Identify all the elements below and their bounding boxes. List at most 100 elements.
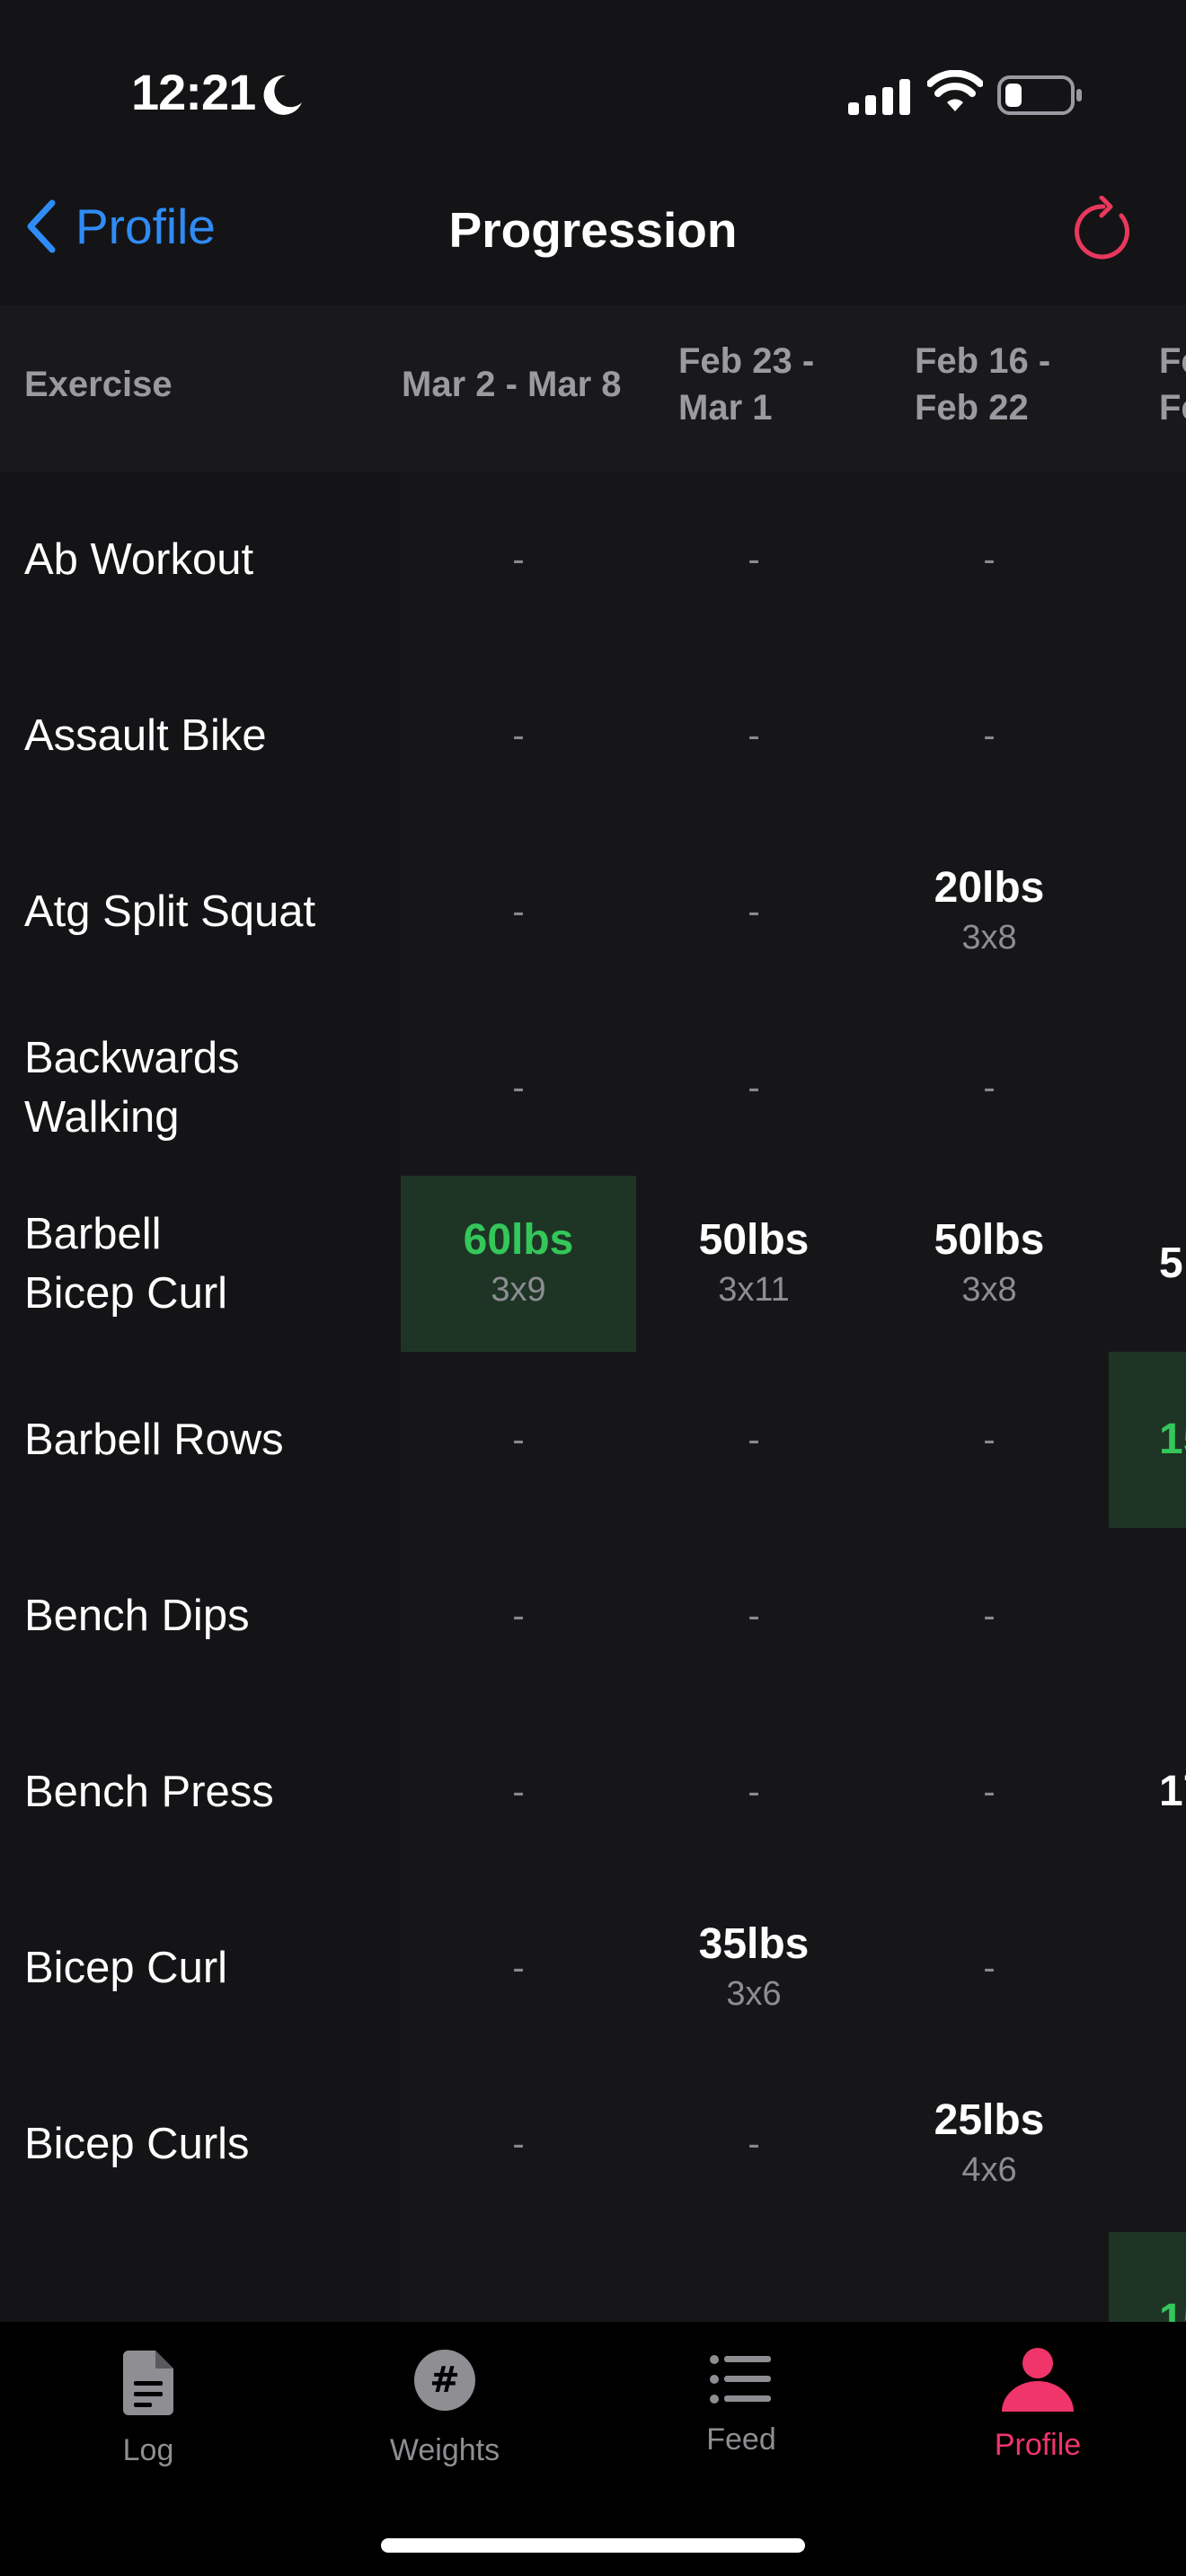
week-cell: - (872, 1000, 1107, 1176)
empty-dash: - (748, 1771, 760, 1812)
exercise-name: Bench Dips (24, 1592, 250, 1640)
empty-dash: - (512, 2123, 525, 2164)
exercise-name: Cable Rows (24, 2232, 393, 2322)
exercise-name: Ab Workout (24, 535, 254, 584)
week-cell: - (401, 1704, 636, 1880)
empty-dash: - (512, 1067, 525, 1107)
sets-reps: 3x9 (491, 1271, 546, 1309)
weight-value: 15 (1159, 2296, 1186, 2322)
tab-feed[interactable]: Feed (593, 2322, 890, 2501)
empty-dash: - (512, 539, 525, 579)
week-cell: - (872, 1528, 1107, 1704)
week-cell: - (401, 1352, 636, 1528)
exercise-name: Bench Press (24, 1768, 274, 1816)
week-cell: - (636, 1352, 872, 1528)
week-cell: - (401, 472, 636, 648)
empty-dash: - (748, 891, 760, 931)
table-row[interactable]: Ab Workout - - - (0, 472, 1186, 648)
table-row[interactable]: Cable Rows 15 (0, 2232, 1186, 2322)
week-cell: - (401, 1880, 636, 2056)
sets-reps: 3x8 (961, 1271, 1017, 1309)
weight-value: 50lbs (698, 1216, 810, 1264)
table-row[interactable]: Barbell Bicep Curl 60lbs 3x9 50lbs 3x11 50lbs… (0, 1176, 1186, 1352)
tab-label: Weights (389, 2433, 500, 2467)
week-cell: 17 (1109, 1704, 1186, 1880)
exercise-name: Barbell Rows (24, 1416, 284, 1464)
week-cell (1109, 824, 1186, 1000)
exercise-name: Assault Bike (24, 711, 267, 760)
person-icon (1002, 2348, 1074, 2412)
weight-value: 60lbs (463, 1216, 574, 1264)
empty-dash: - (512, 891, 525, 931)
status-time: 12:21 (131, 64, 256, 120)
cellular-signal-icon (848, 79, 910, 115)
empty-dash: - (748, 1595, 760, 1636)
week-cell: - (636, 472, 872, 648)
week-column-header: Feb 16 - Feb 22 (915, 341, 1051, 428)
empty-dash: - (983, 1771, 996, 1812)
empty-dash: - (512, 715, 525, 755)
week-column-header: Mar 2 - Mar 8 (402, 365, 622, 404)
progression-table[interactable]: Ab Workout - - - Assault Bike - - - Atg Split Sq… (0, 472, 1186, 2322)
sets-reps: 3x6 (726, 1975, 782, 2013)
svg-text:#: # (429, 2360, 460, 2401)
week-cell: - (636, 1704, 872, 1880)
week-cell: - (636, 824, 872, 1000)
week-cell: - (872, 648, 1107, 824)
weight-value: 20lbs (934, 864, 1045, 912)
week-cell: 5 (1109, 1176, 1186, 1352)
week-cell: - (636, 2056, 872, 2232)
week-cell: - (401, 1000, 636, 1176)
empty-dash: - (748, 1419, 760, 1460)
sets-reps: 3x8 (961, 919, 1017, 957)
tab-log[interactable]: Log (0, 2322, 296, 2501)
week-cell: - (872, 1352, 1107, 1528)
tab-profile[interactable]: Profile (890, 2322, 1186, 2501)
page-title: Progression (448, 202, 738, 258)
table-row[interactable]: Bench Dips - - - (0, 1528, 1186, 1704)
table-row[interactable]: Bicep Curl - 35lbs 3x6 - (0, 1880, 1186, 2056)
weight-value: 50lbs (934, 1216, 1045, 1264)
pr-cell: 15 (1109, 2232, 1186, 2322)
refresh-icon[interactable] (1069, 196, 1137, 264)
week-cell (872, 2232, 1107, 2322)
week-cell: 50lbs 3x11 (636, 1176, 872, 1352)
week-cell: - (636, 648, 872, 824)
week-cell: - (636, 1528, 872, 1704)
weight-value: 25lbs (934, 2096, 1045, 2144)
table-row[interactable]: Bench Press - - - 17 (0, 1704, 1186, 1880)
week-cell (636, 2232, 872, 2322)
exercise-name: Bicep Curls (24, 2120, 250, 2168)
table-row[interactable]: Bicep Curls - - 25lbs 4x6 (0, 2056, 1186, 2232)
pr-cell: 60lbs 3x9 (401, 1176, 636, 1352)
week-cell (401, 2232, 636, 2322)
table-row[interactable]: Atg Split Squat - - 20lbs 3x8 (0, 824, 1186, 1000)
home-indicator (381, 2538, 805, 2553)
exercise-name: Bicep Curl (24, 1944, 228, 1992)
week-cell: 35lbs 3x6 (636, 1880, 872, 2056)
sets-reps: 3x11 (718, 1271, 790, 1309)
table-row[interactable]: Assault Bike - - - (0, 648, 1186, 824)
week-cell (1109, 648, 1186, 824)
empty-dash: - (512, 1771, 525, 1812)
empty-dash: - (748, 715, 760, 755)
wifi-icon (927, 70, 983, 111)
empty-dash: - (983, 539, 996, 579)
empty-dash: - (983, 1067, 996, 1107)
empty-dash: - (748, 2123, 760, 2164)
empty-dash: - (748, 1067, 760, 1107)
week-column-header: Fe Fe (1159, 341, 1186, 428)
empty-dash: - (748, 539, 760, 579)
tab-weights[interactable]: # Weights (296, 2322, 593, 2501)
hashtag-icon: # (414, 2350, 475, 2411)
weight-value: 15 (1159, 1416, 1186, 1463)
week-cell: - (401, 824, 636, 1000)
empty-dash: - (983, 1419, 996, 1460)
table-row[interactable]: Barbell Rows - - - 15 (0, 1352, 1186, 1528)
week-cell: - (401, 1528, 636, 1704)
battery-icon (997, 75, 1082, 115)
week-cell: - (872, 472, 1107, 648)
tab-label: Log (122, 2433, 174, 2467)
table-row[interactable]: Backwards Walking - - - (0, 1000, 1186, 1176)
week-cell: 25lbs 4x6 (872, 2056, 1107, 2232)
